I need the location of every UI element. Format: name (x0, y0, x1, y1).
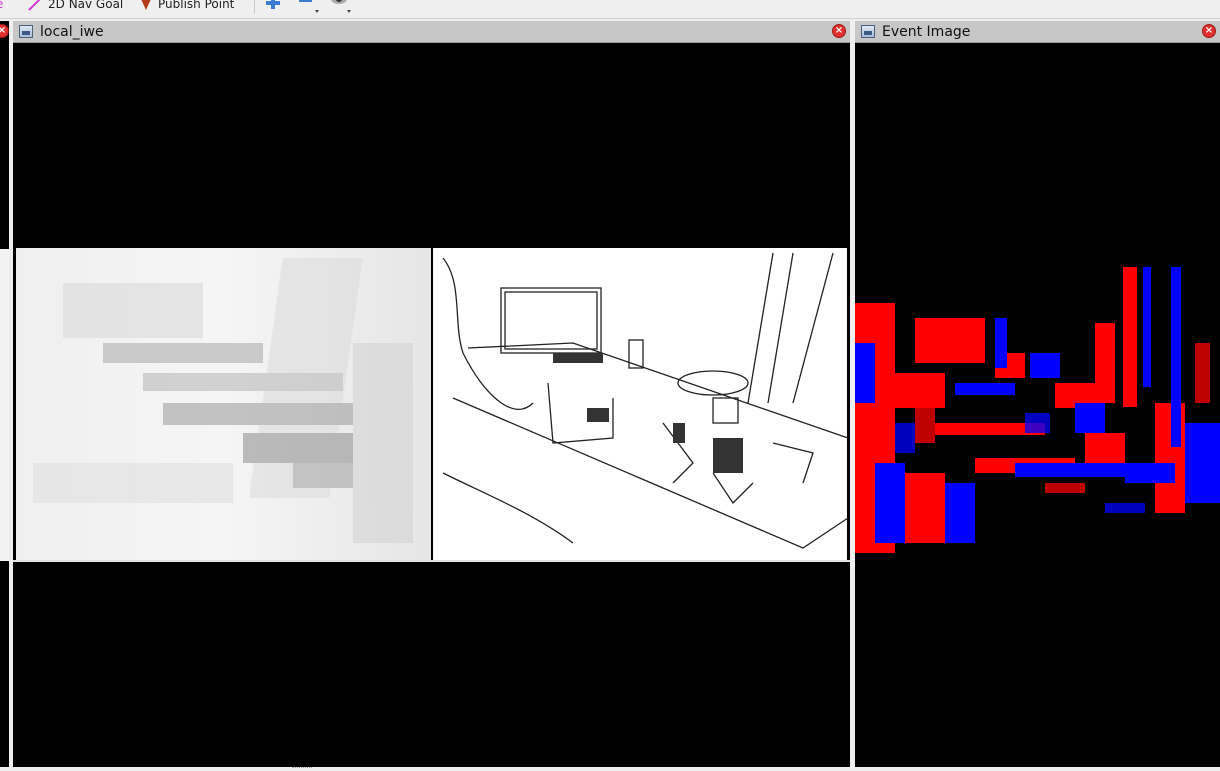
event-image-panel: Event Image × (855, 21, 1220, 767)
minus-icon (299, 0, 319, 13)
plus-icon (266, 0, 280, 9)
left-panel-close-icon[interactable]: × (0, 24, 9, 38)
map-pin-icon (141, 0, 151, 10)
toolbar-partial-item[interactable]: e (0, 0, 3, 14)
eye-icon (331, 0, 351, 13)
local-iwe-title: local_iwe (40, 23, 104, 40)
partial-tool-icon: e (0, 0, 3, 11)
remove-tool-button[interactable] (298, 0, 320, 14)
local-iwe-viewport (13, 43, 850, 767)
image-panel-icon (861, 25, 875, 38)
left-panel-edge: × (0, 21, 9, 767)
nav-goal-button[interactable]: 2D Nav Goal (28, 0, 123, 14)
event-image (855, 267, 1220, 553)
local-iwe-titlebar[interactable]: local_iwe × (13, 21, 850, 43)
left-panel-image-strip (0, 249, 9, 561)
nav-goal-label: 2D Nav Goal (48, 0, 124, 11)
nav-goal-arrow-icon (28, 0, 41, 11)
image-panel-icon (19, 25, 33, 38)
add-tool-button[interactable] (266, 0, 280, 14)
toolbar-separator (254, 0, 255, 14)
publish-point-button[interactable]: Publish Point (140, 0, 234, 14)
local-iwe-image (13, 248, 850, 562)
publish-point-label: Publish Point (158, 0, 235, 11)
local-iwe-close-icon[interactable]: × (832, 24, 846, 38)
event-image-title: Event Image (882, 23, 971, 40)
event-image-close-icon[interactable]: × (1202, 24, 1216, 38)
resize-grip[interactable] (292, 767, 312, 770)
event-image-titlebar[interactable]: Event Image × (855, 21, 1220, 43)
local-iwe-panel: local_iwe × (13, 21, 850, 767)
toolbar: e 2D Nav Goal Publish Point (0, 0, 1220, 19)
view-options-button[interactable] (330, 0, 352, 14)
event-image-viewport (855, 43, 1220, 767)
